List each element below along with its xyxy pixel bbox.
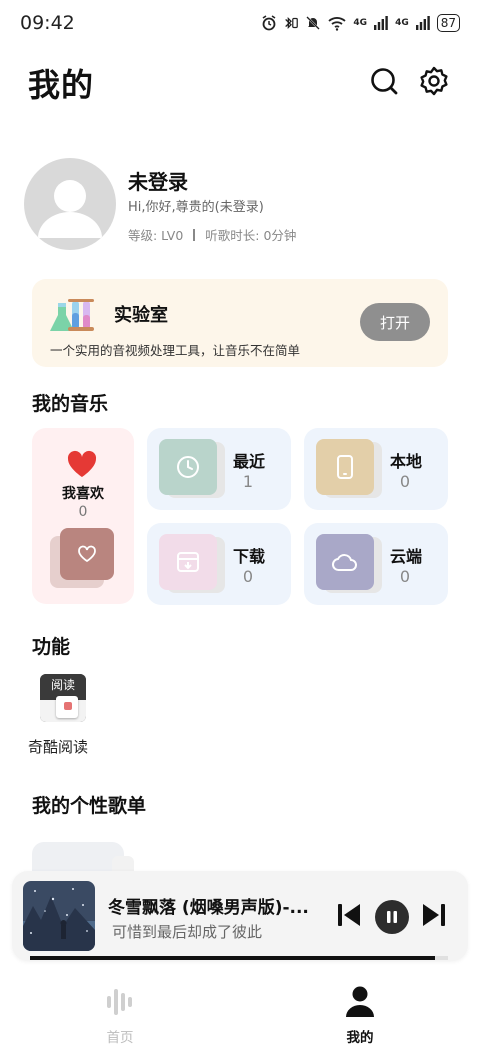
clock-icon (177, 456, 199, 478)
tab-home[interactable]: 首页 (70, 984, 170, 1046)
mute-bell-icon (305, 15, 321, 31)
download-icon (177, 552, 199, 572)
wifi-icon (327, 15, 347, 31)
bottom-tab-bar: 首页 我的 (0, 970, 480, 1058)
signal-icon (373, 15, 389, 31)
heart-outline-icon (78, 545, 96, 563)
my-music-title: 我的音乐 (32, 393, 109, 415)
previous-button[interactable] (335, 901, 363, 929)
tile-count: 0 (242, 567, 254, 586)
favorite-count: 0 (78, 504, 88, 520)
tile-label: 本地 (390, 452, 423, 471)
profile-greeting: Hi,你好,尊贵的(未登录) (128, 200, 264, 215)
profile-level: 等级: LV0 (128, 228, 184, 243)
functions-title: 功能 (32, 636, 71, 658)
profile-stats: 等级: LV0 听歌时长: 0分钟 (128, 225, 296, 244)
favorite-thumb (60, 528, 114, 580)
pause-icon (387, 911, 397, 923)
signal-icon-2 (415, 15, 431, 31)
page-title: 我的 (28, 66, 95, 104)
tile-cloud[interactable]: 云端 0 (304, 523, 448, 605)
progress-fill (30, 956, 436, 960)
tile-download[interactable]: 下载 0 (147, 523, 291, 605)
status-time: 09:42 (20, 12, 75, 34)
lab-open-button[interactable]: 打开 (360, 303, 430, 341)
battery-indicator: 87 (436, 14, 460, 32)
tile-label: 云端 (390, 547, 423, 566)
tile-thumb (316, 439, 374, 495)
tab-mine[interactable]: 我的 (310, 984, 410, 1046)
status-icons: 4G 4G 87 (261, 14, 460, 32)
profile-name: 未登录 (128, 170, 188, 194)
lab-description: 一个实用的音视频处理工具，让音乐不在简单 (50, 343, 301, 358)
lab-card[interactable]: 实验室 一个实用的音视频处理工具，让音乐不在简单 打开 (32, 279, 448, 367)
page-header: 我的 (0, 55, 480, 115)
function-label: 奇酷阅读 (28, 738, 89, 756)
phone-icon (337, 455, 353, 479)
tile-label: 最近 (233, 452, 266, 471)
tile-local[interactable]: 本地 0 (304, 428, 448, 510)
default-avatar-icon (38, 180, 102, 238)
sound-wave-icon (107, 989, 132, 1015)
favorite-label: 我喜欢 (62, 486, 104, 502)
skip-next-icon (423, 904, 445, 926)
gear-icon (420, 66, 448, 96)
lab-flask-icon (48, 293, 104, 335)
reader-app-icon: 阅读 (40, 674, 86, 722)
song-lyric: 可惜到最后却成了彼此 (112, 923, 263, 941)
album-cover[interactable] (23, 881, 95, 951)
cloud-icon (332, 554, 357, 571)
bluetooth-vibrate-icon (283, 15, 299, 31)
alarm-icon (261, 15, 277, 31)
tile-count: 1 (242, 472, 254, 491)
tile-thumb (159, 439, 217, 495)
status-bar: 09:42 4G 4G 87 (0, 0, 480, 50)
skip-previous-icon (338, 904, 360, 926)
tile-label: 下载 (233, 547, 266, 566)
network-4g-1: 4G (353, 18, 368, 28)
search-button[interactable] (368, 65, 400, 97)
profile-listen-time: 听歌时长: 0分钟 (205, 228, 297, 243)
profile-section[interactable]: 未登录 Hi,你好,尊贵的(未登录) 等级: LV0 听歌时长: 0分钟 (24, 158, 464, 253)
song-title: 冬雪飘落 (烟嗓男声版)-... (108, 898, 309, 918)
favorite-card[interactable]: 我喜欢 0 (32, 428, 134, 604)
tile-thumb (316, 534, 374, 590)
playback-progress[interactable] (30, 956, 448, 960)
tile-count: 0 (399, 472, 411, 491)
avatar[interactable] (24, 158, 116, 250)
tile-count: 0 (399, 567, 411, 586)
playlists-title: 我的个性歌单 (32, 795, 147, 817)
next-button[interactable] (420, 901, 448, 929)
lab-title: 实验室 (114, 305, 168, 326)
network-4g-2: 4G (395, 18, 409, 28)
tab-label: 我的 (346, 1030, 374, 1046)
pause-button[interactable] (375, 900, 409, 934)
mini-player[interactable]: 冬雪飘落 (烟嗓男声版)-... 可惜到最后却成了彼此 (12, 871, 468, 961)
user-icon (346, 986, 374, 1017)
tile-thumb (159, 534, 217, 590)
stats-divider (193, 228, 196, 241)
settings-button[interactable] (418, 65, 450, 97)
heart-icon (67, 450, 97, 477)
tile-recent[interactable]: 最近 1 (147, 428, 291, 510)
tab-label: 首页 (106, 1030, 134, 1046)
search-icon (371, 68, 398, 95)
